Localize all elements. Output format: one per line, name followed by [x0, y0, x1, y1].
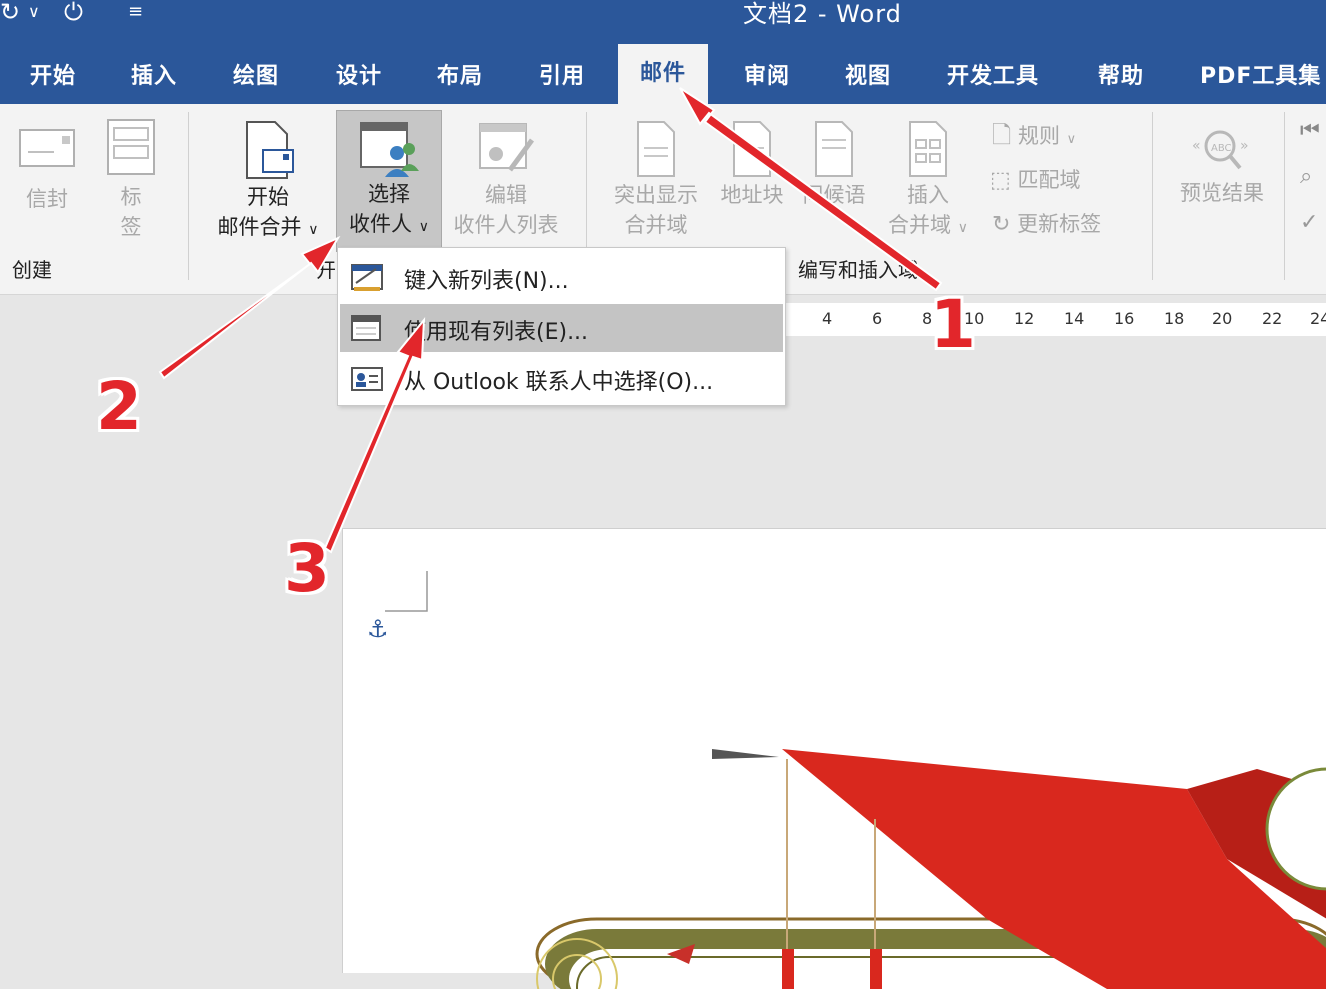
annotation-arrow-3 — [323, 316, 426, 554]
annotation-arrows — [158, 87, 943, 554]
annotation-step-3: 3 — [284, 530, 330, 607]
annotation-step-2: 2 — [96, 368, 142, 445]
annotation-arrow-2 — [158, 235, 341, 380]
annotation-step-1: 1 — [930, 286, 976, 363]
annotation-arrow-1 — [679, 87, 943, 292]
